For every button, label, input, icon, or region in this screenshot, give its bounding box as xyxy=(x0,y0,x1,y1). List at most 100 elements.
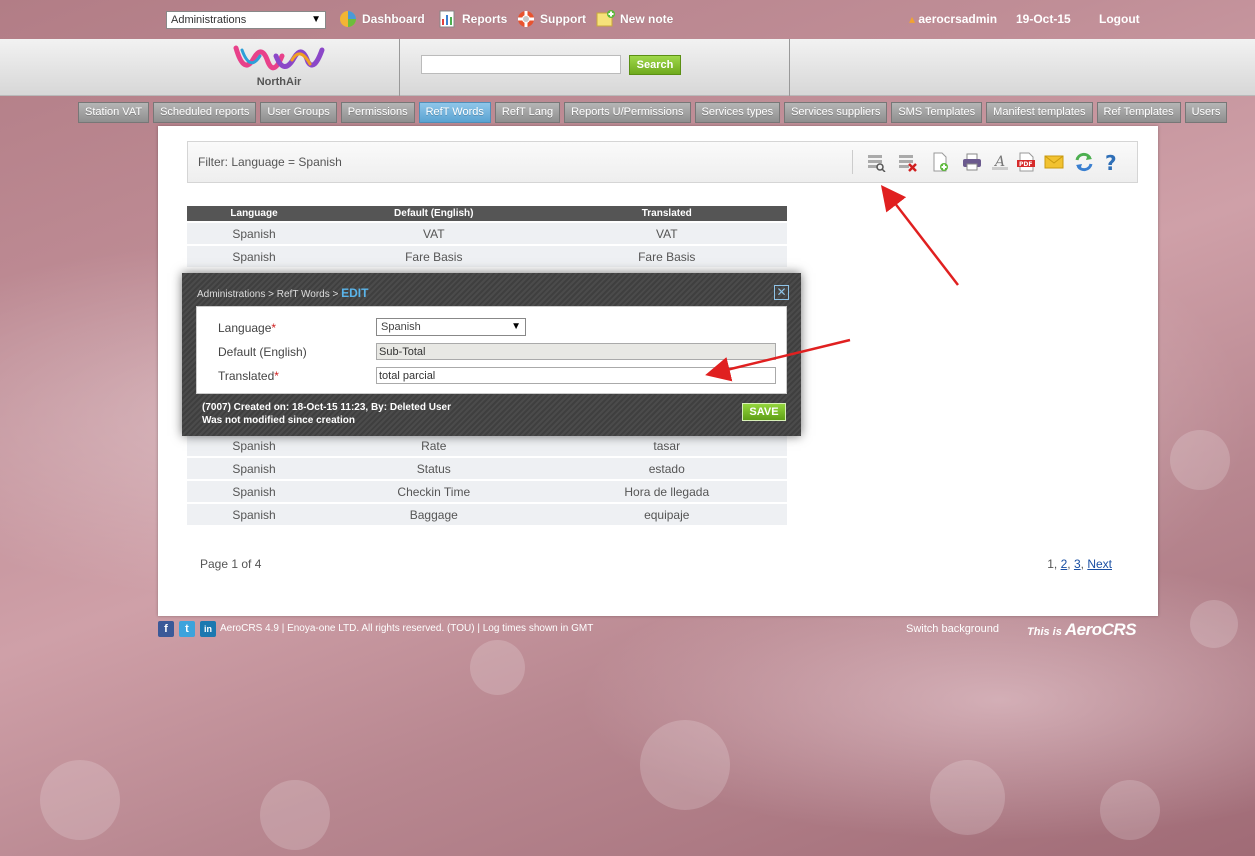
module-select[interactable]: Administrations ▼ xyxy=(166,11,326,29)
nav-dashboard[interactable]: Dashboard xyxy=(338,9,425,29)
nav-reports[interactable]: Reports xyxy=(438,9,507,29)
cell-language: Spanish xyxy=(187,504,322,525)
header-band xyxy=(0,39,1255,96)
reports-icon xyxy=(439,10,455,28)
linkedin-icon[interactable]: in xyxy=(200,621,216,637)
pagination: 1, 2, 3, Next xyxy=(1047,557,1112,571)
required-mark: * xyxy=(271,321,277,335)
nav-new-note[interactable]: New note xyxy=(596,9,673,29)
modal-breadcrumb: Administrations > RefT Words > EDIT xyxy=(197,286,368,300)
support-icon xyxy=(518,11,534,27)
table-row[interactable]: Spanish Fare Basis Fare Basis xyxy=(187,246,787,267)
admin-tabs: Station VAT Scheduled reports User Group… xyxy=(78,102,1231,123)
table-row[interactable]: Spanish VAT VAT xyxy=(187,223,787,244)
user-account[interactable]: ▴ aerocrsadmin xyxy=(909,12,997,26)
logo-text: NorthAir xyxy=(256,76,302,88)
email-icon[interactable] xyxy=(1044,152,1064,172)
logout-link[interactable]: Logout xyxy=(1099,12,1140,26)
tab-reports-u-permissions[interactable]: Reports U/Permissions xyxy=(564,102,691,123)
cell-default: Rate xyxy=(321,435,547,456)
table-row[interactable]: Spanish Rate tasar xyxy=(187,435,787,456)
close-icon[interactable]: ✕ xyxy=(774,285,789,300)
tab-scheduled-reports[interactable]: Scheduled reports xyxy=(153,102,257,123)
record-meta: (7007) Created on: 18-Oct-15 11:23, By: … xyxy=(202,401,451,427)
cell-translated: equipaje xyxy=(546,504,787,525)
cell-language: Spanish xyxy=(187,246,322,267)
language-select[interactable]: Spanish ▼ xyxy=(376,318,526,336)
nav-support[interactable]: Support xyxy=(516,9,586,29)
help-icon[interactable]: ? xyxy=(1102,152,1122,172)
footer: f t in AeroCRS 4.9 | Enoya-one LTD. All … xyxy=(158,620,1158,640)
search-input[interactable] xyxy=(421,55,621,74)
edit-modal: Administrations > RefT Words > EDIT ✕ La… xyxy=(182,273,801,436)
tab-manifest-templates[interactable]: Manifest templates xyxy=(986,102,1093,123)
filter-bar: Filter: Language = Spanish A PDF ? xyxy=(187,141,1138,183)
default-english-field: Sub-Total xyxy=(376,343,776,360)
save-button[interactable]: SAVE xyxy=(742,403,786,421)
dropdown-arrow-icon: ▼ xyxy=(311,14,321,25)
cell-translated: tasar xyxy=(546,435,787,456)
modal-breadcrumb-path: Administrations > RefT Words > xyxy=(197,289,342,300)
table-row[interactable]: Spanish Baggage equipaje xyxy=(187,504,787,525)
background-bokeh xyxy=(260,780,330,850)
font-icon[interactable]: A xyxy=(990,152,1010,172)
aerocrs-brand: This is AeroCRS xyxy=(1027,620,1137,640)
background-bokeh xyxy=(1190,600,1238,648)
tab-services-types[interactable]: Services types xyxy=(694,102,781,123)
refresh-icon[interactable] xyxy=(1074,152,1094,172)
current-date: 19-Oct-15 xyxy=(1016,12,1071,26)
filter-description: Filter: Language = Spanish xyxy=(198,155,342,169)
background-bokeh xyxy=(930,760,1005,835)
cell-default: Status xyxy=(321,458,547,479)
background-bokeh xyxy=(40,760,120,840)
tab-ref-templates[interactable]: Ref Templates xyxy=(1096,102,1181,123)
tab-users[interactable]: Users xyxy=(1184,102,1228,123)
cell-language: Spanish xyxy=(187,458,322,479)
cell-default: VAT xyxy=(321,223,547,244)
tab-station-vat[interactable]: Station VAT xyxy=(78,102,150,123)
page-info: Page 1 of 4 xyxy=(200,557,262,571)
tab-services-suppliers[interactable]: Services suppliers xyxy=(784,102,888,123)
modal-form: Language* Spanish ▼ Default (English) Su… xyxy=(196,306,787,394)
column-header-language[interactable]: Language xyxy=(187,206,322,221)
record-created-info: (7007) Created on: 18-Oct-15 11:23, By: … xyxy=(202,402,451,413)
northair-logo[interactable]: NorthAir xyxy=(232,42,326,92)
cell-translated: Fare Basis xyxy=(546,246,787,267)
page-link-3[interactable]: 3 xyxy=(1074,557,1081,571)
tab-sms-templates[interactable]: SMS Templates xyxy=(891,102,983,123)
cell-default: Fare Basis xyxy=(321,246,547,267)
dashboard-icon xyxy=(340,11,356,27)
tab-permissions[interactable]: Permissions xyxy=(340,102,415,123)
print-icon[interactable] xyxy=(962,152,982,172)
search-button[interactable]: Search xyxy=(629,55,681,75)
cell-translated: Hora de llegada xyxy=(546,481,787,502)
switch-background-link[interactable]: Switch background xyxy=(906,623,999,635)
svg-text:A: A xyxy=(993,154,1005,170)
toolbar-divider xyxy=(852,150,853,174)
column-header-translated[interactable]: Translated xyxy=(546,206,787,221)
column-header-default-english[interactable]: Default (English) xyxy=(321,206,547,221)
tab-user-groups[interactable]: User Groups xyxy=(260,102,337,123)
page-next-link[interactable]: Next xyxy=(1087,557,1112,571)
tab-reft-words[interactable]: RefT Words xyxy=(418,102,491,123)
filter-icon[interactable] xyxy=(866,152,886,172)
cell-language: Spanish xyxy=(187,435,322,456)
nav-reports-label: Reports xyxy=(462,12,508,26)
header-divider xyxy=(399,39,400,96)
tab-reft-lang[interactable]: RefT Lang xyxy=(494,102,561,123)
language-label-text: Language xyxy=(218,321,272,335)
twitter-icon[interactable]: t xyxy=(179,621,195,637)
required-mark: * xyxy=(274,369,279,383)
language-label: Language* xyxy=(218,321,276,335)
footer-copyright: AeroCRS 4.9 | Enoya-one LTD. All rights … xyxy=(220,623,594,634)
translated-label: Translated* xyxy=(218,369,279,383)
translated-input[interactable]: total parcial xyxy=(376,367,776,384)
facebook-icon[interactable]: f xyxy=(158,621,174,637)
cell-language: Spanish xyxy=(187,481,322,502)
table-row[interactable]: Spanish Checkin Time Hora de llegada xyxy=(187,481,787,502)
pdf-icon[interactable]: PDF xyxy=(1016,152,1036,172)
table-row[interactable]: Spanish Status estado xyxy=(187,458,787,479)
clear-filter-icon[interactable] xyxy=(897,152,917,172)
page-link-2[interactable]: 2 xyxy=(1061,557,1068,571)
add-record-icon[interactable] xyxy=(930,152,950,172)
